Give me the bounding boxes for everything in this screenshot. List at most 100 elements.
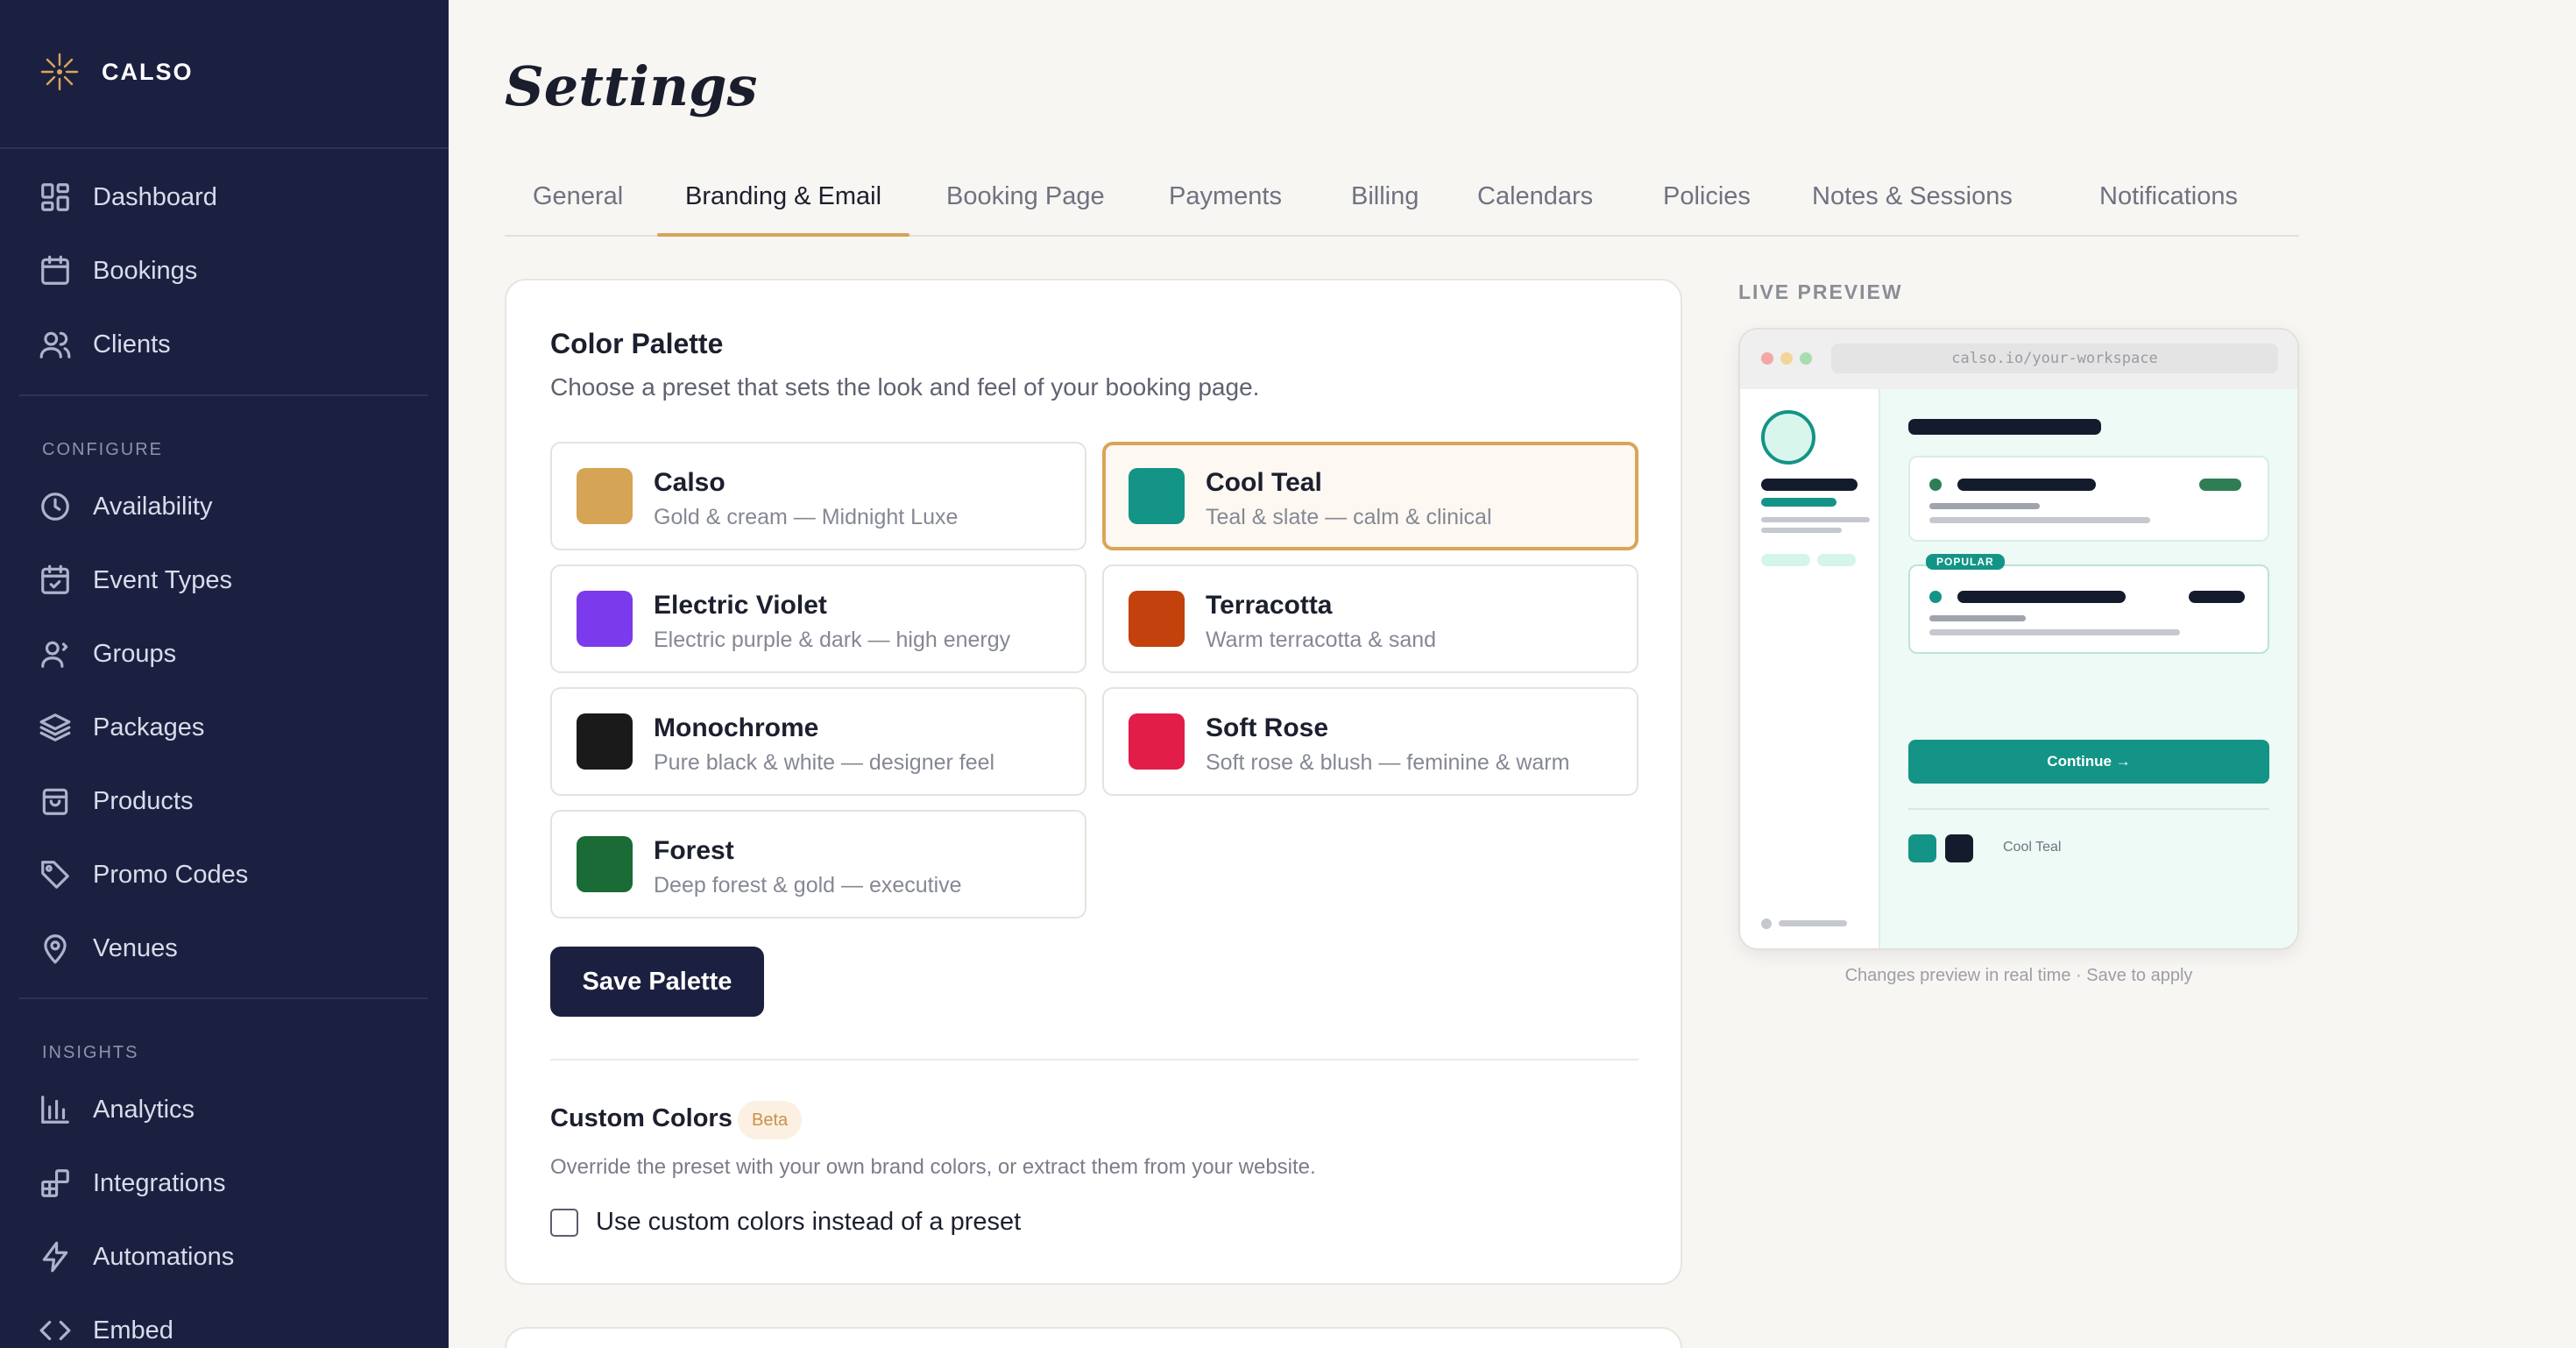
tag-icon: [41, 861, 69, 889]
sidebar-item-integrations[interactable]: Integrations: [39, 1162, 226, 1204]
palette-option-cool-teal[interactable]: Cool Teal Teal & slate — calm & clinical: [1102, 442, 1638, 550]
sidebar-item-packages[interactable]: Packages: [39, 706, 204, 748]
preview-chip: [1817, 554, 1856, 566]
preview-bullet: [1929, 479, 1942, 491]
tab-booking-page[interactable]: Booking Page: [918, 182, 1133, 235]
preview-card-title: [1957, 591, 2126, 603]
palette-option-calso[interactable]: Calso Gold & cream — Midnight Luxe: [550, 442, 1086, 550]
window-maximize-dot: [1800, 352, 1812, 365]
tab-policies[interactable]: Policies: [1635, 182, 1779, 235]
preview-chip: [1761, 554, 1810, 566]
tab-notifications[interactable]: Notifications: [2071, 182, 2266, 235]
tab-truncated[interactable]: S: [2283, 182, 2311, 235]
preview-text-line: [1761, 528, 1842, 533]
sidebar-item-label: Analytics: [93, 1095, 195, 1124]
brand[interactable]: CALSO: [39, 51, 194, 93]
sidebar-item-analytics[interactable]: Analytics: [39, 1089, 195, 1131]
tab-branding-email[interactable]: Branding & Email: [657, 182, 910, 237]
palette-option-terracotta[interactable]: Terracotta Warm terracotta & sand: [1102, 564, 1638, 673]
custom-colors-toggle-row[interactable]: Use custom colors instead of a preset: [550, 1208, 1021, 1237]
tab-payments[interactable]: Payments: [1141, 182, 1310, 235]
sidebar-item-products[interactable]: Products: [39, 780, 193, 822]
preview-heading-bar: [1908, 419, 2101, 435]
color-swatch: [577, 836, 633, 892]
save-palette-button[interactable]: Save Palette: [550, 947, 764, 1017]
section-divider: [550, 1059, 1638, 1061]
palette-description: Soft rose & blush — feminine & warm: [1206, 750, 1570, 775]
palette-name: Cool Teal: [1206, 468, 1322, 497]
live-preview-frame: calso.io/your-workspace POPULAR Continue…: [1738, 328, 2299, 950]
palette-description: Warm terracotta & sand: [1206, 628, 1437, 652]
color-swatch: [577, 468, 633, 524]
group-icon: [41, 641, 68, 668]
brand-name: CALSO: [102, 58, 194, 85]
sidebar-divider: [0, 147, 449, 149]
preview-card-line: [1929, 615, 2026, 621]
tab-billing[interactable]: Billing: [1323, 182, 1447, 235]
preview-card-line: [1929, 517, 2150, 523]
palette-name: Forest: [654, 836, 734, 865]
preview-price-chip: [2199, 479, 2241, 491]
sidebar-item-label: Availability: [93, 492, 213, 521]
sidebar-item-bookings[interactable]: Bookings: [39, 250, 197, 292]
sidebar-item-promo-codes[interactable]: Promo Codes: [39, 854, 248, 896]
palette-option-monochrome[interactable]: Monochrome Pure black & white — designer…: [550, 687, 1086, 796]
preview-card-line: [1929, 503, 2040, 509]
palette-option-electric-violet[interactable]: Electric Violet Electric purple & dark —…: [550, 564, 1086, 673]
custom-colors-title: Custom Colors: [550, 1104, 732, 1132]
preview-body: POPULAR Continue → Cool Teal: [1880, 389, 2297, 948]
sidebar-item-groups[interactable]: Groups: [39, 633, 176, 675]
preview-avatar: [1761, 410, 1815, 465]
palette-name: Terracotta: [1206, 591, 1333, 620]
bolt-icon: [42, 1241, 68, 1273]
preview-footer-line: [1779, 920, 1847, 926]
tab-general[interactable]: General: [505, 182, 651, 235]
sunburst-logo-icon: [40, 53, 79, 91]
color-palette-card: Color Palette Choose a preset that sets …: [505, 279, 1682, 1285]
palette-description: Electric purple & dark — high energy: [654, 628, 1011, 652]
blocks-icon: [41, 1169, 69, 1197]
preview-primary-swatch: [1908, 834, 1936, 862]
palette-option-forest[interactable]: Forest Deep forest & gold — executive: [550, 810, 1086, 919]
preview-url: calso.io/your-workspace: [1831, 344, 2278, 373]
window-close-dot: [1761, 352, 1773, 365]
sidebar-item-event-types[interactable]: Event Types: [39, 559, 232, 601]
code-icon: [39, 1320, 71, 1341]
sidebar-item-label: Integrations: [93, 1168, 226, 1197]
beta-badge: Beta: [738, 1101, 803, 1139]
bag-icon: [42, 788, 68, 815]
palette-description: Pure black & white — designer feel: [654, 750, 995, 775]
sidebar-item-clients[interactable]: Clients: [39, 323, 171, 365]
sidebar-item-dashboard[interactable]: Dashboard: [39, 176, 217, 218]
palette-name: Soft Rose: [1206, 713, 1329, 742]
grid-icon: [41, 183, 69, 211]
preview-price-chip: [2189, 591, 2245, 603]
palette-name: Calso: [654, 468, 725, 497]
palette-name: Monochrome: [654, 713, 819, 742]
sidebar-item-label: Packages: [93, 713, 205, 741]
preview-sidebar: [1740, 389, 1880, 948]
palette-title: Color Palette: [550, 328, 724, 359]
preview-service-card: [1908, 456, 2269, 542]
tab-notes-sessions[interactable]: Notes & Sessions: [1784, 182, 2041, 235]
preview-divider: [1908, 808, 2269, 810]
sidebar-item-availability[interactable]: Availability: [39, 486, 212, 528]
palette-option-soft-rose[interactable]: Soft Rose Soft rose & blush — feminine &…: [1102, 687, 1638, 796]
custom-colors-subtitle: Override the preset with your own brand …: [550, 1155, 1316, 1179]
sidebar-item-venues[interactable]: Venues: [39, 927, 178, 969]
palette-description: Deep forest & gold — executive: [654, 873, 962, 897]
sidebar-divider: [19, 394, 428, 396]
next-settings-card: [505, 1327, 1682, 1348]
color-swatch: [577, 591, 633, 647]
sidebar-item-label: Groups: [93, 639, 177, 668]
palette-description: Gold & cream — Midnight Luxe: [654, 505, 959, 529]
palette-description: Teal & slate — calm & clinical: [1206, 505, 1492, 529]
tab-calendars[interactable]: Calendars: [1449, 182, 1621, 235]
sidebar-item-embed[interactable]: Embed: [39, 1309, 173, 1348]
live-preview-caption: Changes preview in real time · Save to a…: [1844, 966, 2193, 985]
sidebar-item-label: Products: [93, 786, 194, 815]
sidebar-item-automations[interactable]: Automations: [39, 1236, 234, 1278]
page-title: Settings: [505, 54, 758, 118]
color-swatch: [1129, 591, 1185, 647]
custom-colors-checkbox[interactable]: [550, 1208, 578, 1237]
